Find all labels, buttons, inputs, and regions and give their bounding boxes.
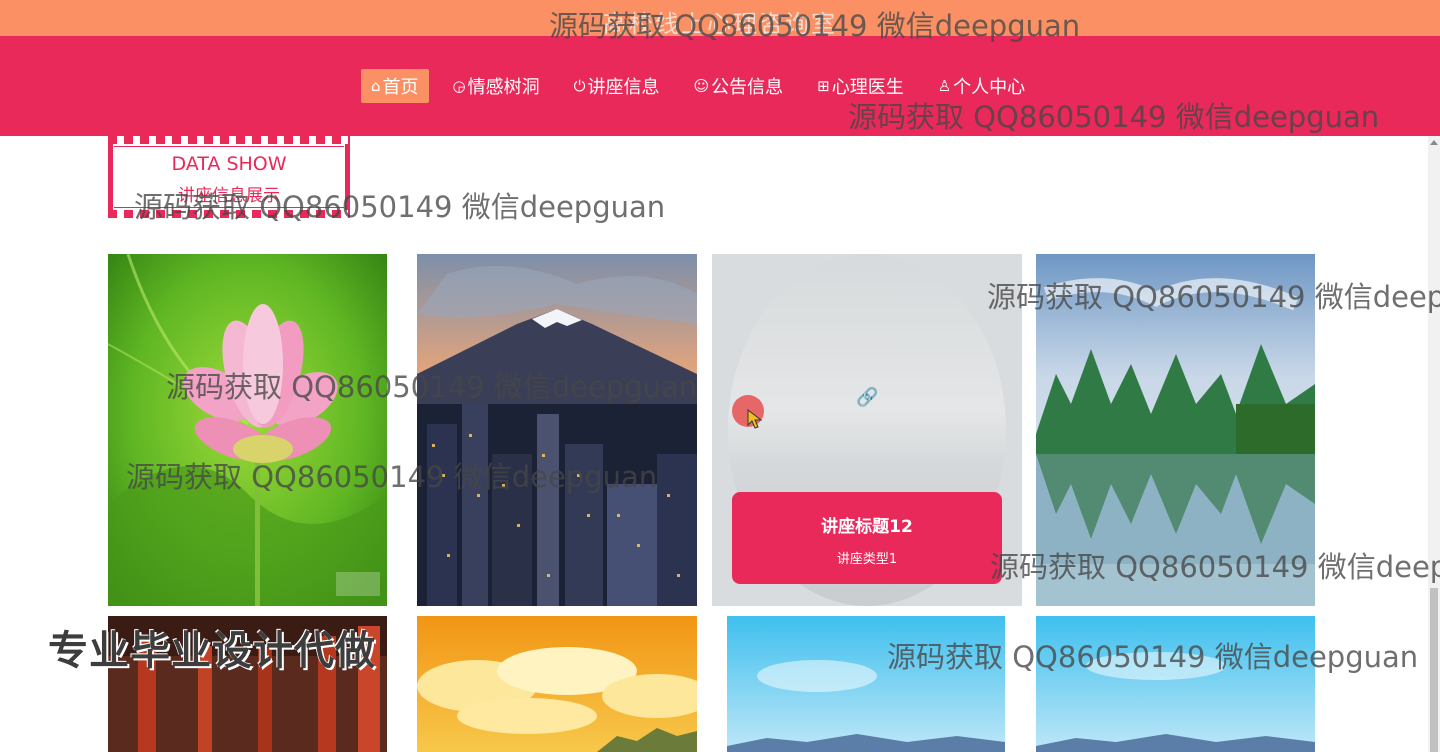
nav-item-home[interactable]: ⌂ 首页 — [361, 69, 429, 103]
lecture-title: 讲座标题12 — [821, 517, 913, 537]
sky-mountain-image — [1036, 616, 1315, 752]
user-icon: ♙ — [937, 77, 952, 95]
nav-item-doctors[interactable]: ⊞ 心理医生 — [807, 69, 914, 103]
gauge-icon: ◶ — [452, 77, 466, 95]
card-caption-panel[interactable]: 讲座标题12 讲座类型1 — [732, 492, 1002, 584]
lecture-card-city[interactable] — [417, 254, 697, 606]
smiley-icon: ☺ — [693, 77, 710, 95]
section-title-border-top — [108, 136, 350, 144]
nav-label: 心理医生 — [831, 77, 904, 98]
lecture-card-sky-mountain-2[interactable] — [1036, 616, 1315, 752]
lecture-card-hovered[interactable]: 🔗 讲座标题12 讲座类型1 — [712, 254, 1022, 606]
lotus-image — [108, 254, 387, 606]
nav-label: 讲座信息 — [587, 77, 660, 98]
watermark-big: 专业毕业设计代做 — [48, 628, 376, 674]
section-title-cn: 讲座信息展示 — [178, 186, 280, 206]
nav-label: 情感树洞 — [467, 77, 540, 98]
lecture-type: 讲座类型1 — [836, 552, 898, 567]
nav-item-tree-hole[interactable]: ◶ 情感树洞 — [443, 69, 550, 103]
lecture-card-karst[interactable] — [1036, 254, 1315, 606]
section-title-en: DATA SHOW — [171, 153, 287, 175]
top-strip: 高校线上心理咨询室 — [0, 0, 1440, 38]
main-nav: ⌂ 首页 ◶ 情感树洞 ⏻ 讲座信息 ☺ 公告信息 ⊞ 心理医生 ♙ 个人中心 — [361, 69, 1049, 103]
scroll-up-arrow-icon[interactable] — [1430, 140, 1438, 145]
nav-item-notices[interactable]: ☺ 公告信息 — [684, 69, 794, 103]
nav-label: 个人中心 — [953, 77, 1026, 98]
home-icon: ⌂ — [371, 77, 381, 95]
scrollbar-thumb[interactable] — [1430, 588, 1438, 752]
lecture-card-sunset-clouds[interactable] — [417, 616, 697, 752]
power-icon: ⏻ — [573, 77, 586, 95]
nav-bar: ⌂ 首页 ◶ 情感树洞 ⏻ 讲座信息 ☺ 公告信息 ⊞ 心理医生 ♙ 个人中心 — [0, 36, 1440, 136]
lecture-card-lotus[interactable] — [108, 254, 387, 606]
sky-mountain-image — [727, 616, 1005, 752]
section-title-border-bottom — [108, 210, 350, 218]
page-scrollbar[interactable] — [1428, 136, 1440, 752]
city-image — [417, 254, 697, 606]
site-title: 高校线上心理咨询室 — [603, 10, 837, 38]
cursor-arrow-icon — [747, 409, 763, 429]
grid-icon: ⊞ — [817, 77, 830, 95]
link-icon[interactable]: 🔗 — [856, 387, 878, 408]
lecture-card-sky-mountain-1[interactable] — [727, 616, 1005, 752]
nav-item-lectures[interactable]: ⏻ 讲座信息 — [564, 69, 670, 103]
sunset-clouds-image — [417, 616, 697, 752]
nav-item-profile[interactable]: ♙ 个人中心 — [928, 69, 1035, 103]
nav-label: 首页 — [382, 77, 419, 98]
karst-image — [1036, 254, 1315, 606]
nav-label: 公告信息 — [711, 77, 784, 98]
section-title: DATA SHOW 讲座信息展示 — [108, 136, 350, 218]
